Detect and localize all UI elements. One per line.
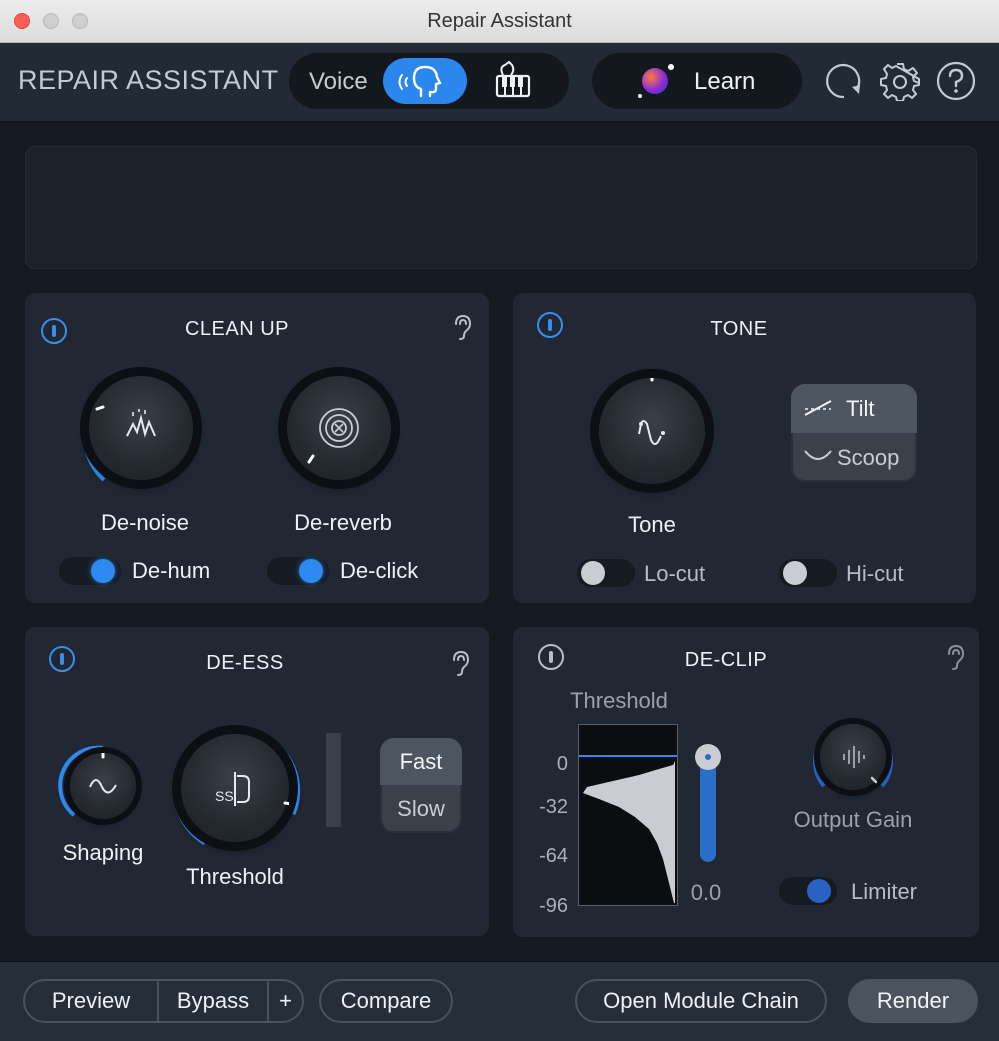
- de-ess-speed-selector: Fast Slow: [380, 738, 462, 833]
- learn-orb-icon: [638, 64, 674, 98]
- mode-selector: Voice: [289, 53, 569, 109]
- piano-guitar-icon: [495, 60, 531, 98]
- locut-label: Lo-cut: [644, 561, 706, 586]
- denoise-icon: [95, 405, 156, 438]
- de-clip-threshold-label: Threshold: [570, 688, 668, 713]
- dereverb-label: De-reverb: [294, 510, 392, 535]
- preview-button[interactable]: Preview: [25, 981, 157, 1021]
- output-gain-label: Output Gain: [793, 807, 913, 832]
- shaping-label: Shaping: [62, 840, 144, 865]
- hicut-label: Hi-cut: [846, 561, 904, 586]
- listen-ear-icon[interactable]: [943, 643, 967, 671]
- bypass-plus-button[interactable]: +: [269, 981, 302, 1021]
- clip-histogram: [578, 724, 678, 906]
- tilt-option[interactable]: Tilt: [791, 384, 917, 433]
- denoise-knob[interactable]: [89, 376, 193, 480]
- tilt-icon: [804, 400, 832, 416]
- gear-icon[interactable]: [880, 61, 920, 101]
- clip-histogram-graph: [579, 755, 677, 903]
- slow-option[interactable]: Slow: [380, 785, 462, 833]
- locut-toggle-thumb: [581, 561, 605, 585]
- sine-wave-icon: [89, 753, 117, 794]
- compare-button[interactable]: Compare: [319, 979, 453, 1023]
- scale-label-0: 0: [556, 753, 568, 775]
- de-ess-threshold-knob[interactable]: SS: [181, 734, 289, 842]
- threshold-slider-handle[interactable]: [695, 744, 721, 770]
- repair-assistant-window: Repair Assistant REPAIR ASSISTANT Voice: [0, 0, 999, 1041]
- svg-text:SS: SS: [215, 788, 234, 804]
- learn-label: Learn: [694, 68, 756, 95]
- clean-up-panel: CLEAN UP De-noise De-reverb De-hum De-cl…: [25, 293, 489, 603]
- voice-head-icon: [398, 65, 442, 98]
- scale-label-32: -32: [539, 796, 568, 818]
- dehum-toggle[interactable]: [59, 557, 121, 585]
- dehum-toggle-thumb: [91, 559, 115, 583]
- shaping-knob[interactable]: [70, 753, 136, 819]
- threshold-value: 0.0: [690, 880, 722, 905]
- de-ess-threshold-label: Threshold: [186, 864, 284, 889]
- learn-button[interactable]: Learn: [592, 53, 802, 109]
- bypass-button[interactable]: Bypass: [159, 981, 267, 1021]
- clean-up-title: CLEAN UP: [184, 318, 290, 340]
- limiter-toggle[interactable]: [779, 877, 837, 905]
- voice-mode-button[interactable]: [383, 58, 467, 104]
- footer-bar: Preview Bypass + Compare Open Module Cha…: [0, 961, 999, 1041]
- open-module-chain-button[interactable]: Open Module Chain: [575, 979, 827, 1023]
- scoop-option[interactable]: Scoop: [791, 433, 917, 482]
- app-header: REPAIR ASSISTANT Voice Learn: [0, 43, 999, 122]
- declick-toggle[interactable]: [267, 557, 329, 585]
- de-clip-threshold-slider[interactable]: [695, 744, 721, 862]
- de-ess-title: DE-ESS: [206, 652, 284, 674]
- tone-knob[interactable]: [599, 378, 705, 484]
- tone-knob-label: Tone: [628, 512, 676, 537]
- window-title-bar: Repair Assistant: [0, 0, 999, 43]
- output-gain-knob[interactable]: [820, 724, 886, 790]
- mode-voice-label: Voice: [309, 68, 368, 95]
- tone-title: TONE: [710, 318, 768, 340]
- locut-toggle[interactable]: [577, 559, 635, 587]
- music-mode-button[interactable]: [487, 58, 541, 104]
- fast-option[interactable]: Fast: [380, 738, 462, 785]
- limiter-toggle-thumb: [807, 879, 831, 903]
- window-title: Repair Assistant: [427, 10, 572, 32]
- listen-ear-icon[interactable]: [448, 649, 472, 677]
- scale-label-64: -64: [539, 845, 568, 867]
- limiter-label: Limiter: [851, 879, 918, 904]
- help-icon[interactable]: [936, 61, 976, 101]
- dereverb-icon: [307, 408, 359, 464]
- render-button[interactable]: Render: [848, 979, 978, 1023]
- tone-curve-icon: [638, 378, 665, 445]
- de-ess-panel: DE-ESS Shaping SS Threshold Fast Slow: [25, 627, 489, 936]
- scoop-icon: [804, 450, 832, 460]
- tone-panel: TONE Tone Tilt Scoop Lo-cut Hi-cut: [513, 293, 976, 603]
- hicut-toggle-thumb: [783, 561, 807, 585]
- dereverb-knob[interactable]: [287, 376, 391, 480]
- declick-toggle-thumb: [299, 559, 323, 583]
- sibilance-icon: SS: [215, 772, 289, 806]
- dehum-label: De-hum: [132, 558, 211, 583]
- listen-ear-icon[interactable]: [450, 313, 474, 341]
- scale-label-96: -96: [539, 895, 568, 917]
- declick-label: De-click: [340, 558, 419, 583]
- tone-shape-selector: Tilt Scoop: [791, 384, 917, 482]
- waveform-icon: [843, 746, 878, 784]
- undo-icon[interactable]: [824, 61, 864, 101]
- app-title: REPAIR ASSISTANT: [18, 65, 279, 95]
- denoise-label: De-noise: [100, 510, 190, 535]
- preview-bypass-group: Preview Bypass +: [23, 979, 304, 1023]
- de-clip-title: DE-CLIP: [684, 649, 768, 671]
- tilt-label: Tilt: [846, 396, 875, 421]
- scoop-label: Scoop: [837, 445, 900, 470]
- de-ess-level-meter: [326, 733, 341, 827]
- assistant-display-area: [25, 146, 977, 269]
- hicut-toggle[interactable]: [779, 559, 837, 587]
